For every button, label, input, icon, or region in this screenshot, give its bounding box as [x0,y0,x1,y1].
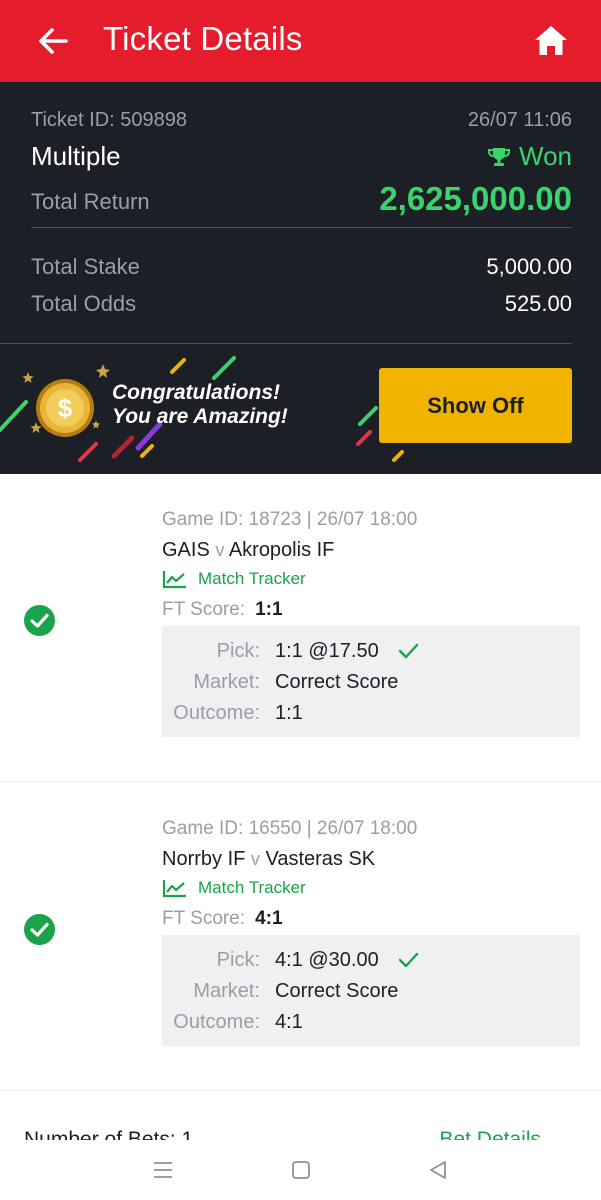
check-circle-icon [24,605,55,636]
congrats-banner: $ Congratulations! You are Amazing! Show… [0,344,601,474]
total-odds-label: Total Odds [31,291,137,316]
ft-score: 1:1 [255,599,283,620]
total-return-row: Total Return 2,625,000.00 [31,180,572,217]
ft-score-row: FT Score: 4:1 [162,908,283,930]
total-stake-value: 5,000.00 [486,254,572,279]
match-teams: GAIS v Akropolis IF [162,539,334,562]
versus: v [250,849,260,869]
system-nav-bar [0,1140,601,1200]
game-id: Game ID: 16550 | 26/07 18:00 [162,818,418,839]
show-off-button[interactable]: Show Off [379,368,572,443]
ticket-type-row: Multiple Won [31,141,572,172]
match-tracker-link[interactable]: Match Tracker [162,878,306,898]
outcome-value: 1:1 [275,702,303,724]
market-label: Market: [193,980,260,1002]
ft-score-label: FT Score: [162,908,246,929]
svg-text:$: $ [58,393,73,423]
versus: v [215,540,225,560]
chart-line-icon [162,880,186,898]
page-title: Ticket Details [103,20,303,57]
market-value: Correct Score [275,980,399,1002]
total-odds-value: 525.00 [504,291,572,316]
status-badge: Won [487,141,572,172]
total-odds-row: Total Odds 525.00 [31,291,572,317]
match-tracker-label: Match Tracker [198,878,306,897]
ft-score: 4:1 [255,908,283,929]
home-team: Norrby IF [162,848,246,870]
away-team: Akropolis IF [228,539,335,561]
ticket-id: Ticket ID: 509898 [31,109,188,131]
check-icon [398,643,419,659]
chart-line-icon [162,571,186,589]
coin-icon: $ [36,379,94,437]
pick-details: Pick: 1:1 @17.50 Market: Correct Score O… [162,626,580,737]
check-circle-icon [24,914,55,945]
market-label: Market: [193,671,260,693]
congrats-line1: Congratulations! [112,381,280,404]
total-return-value: 2,625,000.00 [379,180,572,217]
home-icon[interactable] [533,23,569,59]
outcome-value: 4:1 [275,1011,303,1033]
total-return-label: Total Return [31,189,150,214]
match-teams: Norrby IF v Vasteras SK [162,848,375,871]
pick-details: Pick: 4:1 @30.00 Market: Correct Score O… [162,935,580,1046]
pick-value: 4:1 @30.00 [275,949,379,971]
triangle-back-icon[interactable] [425,1158,451,1182]
bet-card: Game ID: 16550 | 26/07 18:00 Norrby IF v… [0,783,601,1091]
pick-value: 1:1 @17.50 [275,640,379,662]
divider [31,227,572,228]
trophy-icon [487,147,511,166]
bet-card: Game ID: 18723 | 26/07 18:00 GAIS v Akro… [0,474,601,782]
ft-score-label: FT Score: [162,599,246,620]
ticket-id-row: Ticket ID: 509898 26/07 11:06 [31,109,572,132]
outcome-label: Outcome: [173,702,260,724]
game-id: Game ID: 18723 | 26/07 18:00 [162,509,418,530]
congrats-line2: You are Amazing! [112,405,288,428]
status-text: Won [519,141,572,171]
total-stake-label: Total Stake [31,254,140,279]
total-stake-row: Total Stake 5,000.00 [31,254,572,280]
home-team: GAIS [162,539,210,561]
arrow-left-icon[interactable] [34,22,72,60]
ticket-date: 26/07 11:06 [467,109,572,131]
ticket-summary: Ticket ID: 509898 26/07 11:06 Multiple W… [0,82,601,344]
ticket-type: Multiple [31,141,121,171]
match-tracker-label: Match Tracker [198,569,306,588]
menu-icon[interactable] [150,1158,176,1182]
match-tracker-link[interactable]: Match Tracker [162,569,306,589]
market-value: Correct Score [275,671,399,693]
away-team: Vasteras SK [265,848,376,870]
divider [0,781,601,782]
pick-label: Pick: [216,949,260,971]
pick-label: Pick: [216,640,260,662]
check-icon [398,952,419,968]
app-header: Ticket Details [0,0,601,82]
square-icon[interactable] [288,1158,314,1182]
ft-score-row: FT Score: 1:1 [162,599,283,621]
outcome-label: Outcome: [173,1011,260,1033]
congrats-text: Congratulations! You are Amazing! [112,381,288,429]
